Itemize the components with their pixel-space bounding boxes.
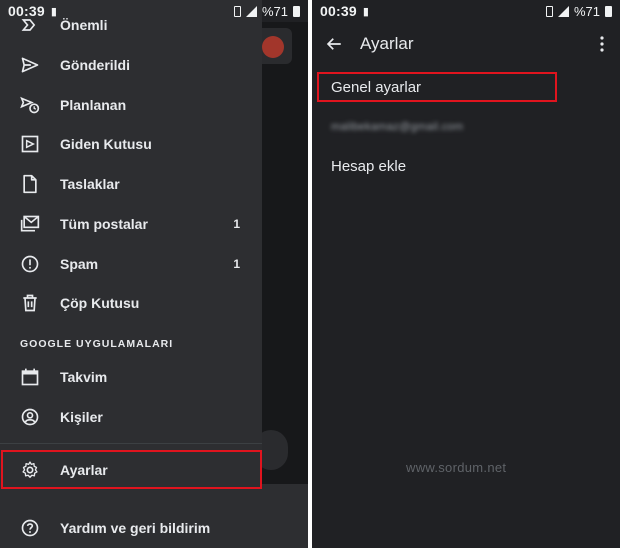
navigation-drawer: Önemli Gönderildi Planlanan Giden Kutusu — [0, 0, 262, 548]
battery-level: %71 — [261, 3, 288, 19]
back-button[interactable] — [312, 22, 356, 66]
spam-icon — [0, 254, 60, 274]
arrow-back-icon — [326, 38, 341, 50]
battery-saver-icon: ▮ — [362, 5, 369, 18]
more-vert-icon — [600, 36, 604, 52]
right-screen: 00:39 ▮ %71 Ayarlar Genel ayarlar malibe… — [312, 0, 620, 548]
drawer-item-calendar[interactable]: Takvim — [0, 357, 262, 397]
drawer-item-label: Spam — [60, 256, 99, 272]
schedule-send-icon — [0, 95, 60, 115]
drawer-item-label: Kişiler — [60, 409, 103, 425]
add-account-item[interactable]: Hesap ekle — [331, 158, 406, 175]
battery-icon — [605, 5, 612, 17]
drawer-item-contacts[interactable]: Kişiler — [0, 397, 262, 437]
battery-saver-icon: ▮ — [50, 5, 57, 18]
trash-icon — [0, 293, 60, 313]
drawer-item-scheduled[interactable]: Planlanan — [0, 85, 262, 125]
status-bar: 00:39 ▮ %71 — [0, 0, 308, 22]
highlight-box — [1, 450, 262, 489]
status-bar: 00:39 ▮ %71 — [312, 0, 620, 22]
highlight-box — [317, 72, 557, 102]
left-screen: r Önemli Gönderildi Planlanan Giden — [0, 0, 308, 548]
unread-count: 1 — [233, 257, 240, 271]
drawer-item-sent[interactable]: Gönderildi — [0, 45, 262, 85]
vibrate-icon — [233, 5, 241, 17]
drawer-item-label: Giden Kutusu — [60, 136, 152, 152]
bottom-nav-background — [262, 484, 308, 548]
watermark: www.sordum.net — [406, 460, 507, 475]
send-icon — [0, 55, 60, 75]
avatar — [262, 36, 284, 58]
drawer-item-outbox[interactable]: Giden Kutusu — [0, 124, 262, 164]
section-title: GOOGLE UYGULAMALARI — [20, 338, 174, 350]
account-email-item[interactable]: malibekamaz@gmail.com — [331, 121, 463, 133]
draft-icon — [0, 174, 60, 194]
battery-icon — [293, 5, 300, 17]
overflow-menu-button[interactable] — [590, 22, 614, 66]
drawer-item-label: Tüm postalar — [60, 216, 148, 232]
drawer-item-label: Yardım ve geri bildirim — [60, 520, 211, 536]
vibrate-icon — [545, 5, 553, 17]
drawer-item-all-mail[interactable]: Tüm postalar 1 — [0, 204, 262, 244]
battery-level: %71 — [573, 3, 600, 19]
help-icon — [0, 518, 60, 538]
drawer-item-spam[interactable]: Spam 1 — [0, 244, 262, 284]
drawer-item-label: Takvim — [60, 369, 108, 385]
status-time: 00:39 — [320, 3, 357, 19]
drawer-item-label: Planlanan — [60, 97, 127, 113]
app-bar: Ayarlar — [312, 22, 620, 66]
status-time: 00:39 — [8, 3, 45, 19]
page-title: Ayarlar — [360, 34, 414, 53]
drawer-item-label: Gönderildi — [60, 57, 130, 73]
outbox-icon — [0, 134, 60, 154]
signal-icon — [245, 5, 257, 17]
signal-icon — [557, 5, 569, 17]
contacts-icon — [0, 407, 60, 427]
all-mail-icon — [0, 214, 60, 234]
inbox-background: r — [252, 22, 308, 548]
drawer-item-drafts[interactable]: Taslaklar — [0, 164, 262, 204]
drawer-item-label: Çöp Kutusu — [60, 295, 140, 311]
drawer-item-trash[interactable]: Çöp Kutusu — [0, 283, 262, 323]
drawer-divider — [0, 443, 262, 444]
drawer-item-help[interactable]: Yardım ve geri bildirim — [0, 508, 262, 548]
unread-count: 1 — [233, 217, 240, 231]
calendar-icon — [0, 367, 60, 387]
drawer-item-label: Taslaklar — [60, 176, 120, 192]
